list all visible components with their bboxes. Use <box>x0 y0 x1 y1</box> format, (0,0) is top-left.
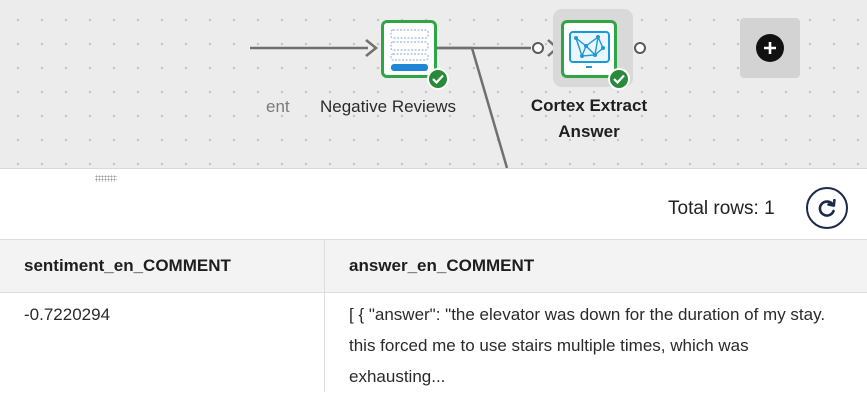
resize-handle[interactable] <box>95 175 117 182</box>
input-port[interactable] <box>532 42 544 54</box>
node-cortex-extract-answer[interactable] <box>561 20 617 78</box>
refresh-button[interactable] <box>806 187 848 229</box>
cell-sentiment[interactable]: -0.7220294 <box>0 292 325 392</box>
network-graph-icon <box>569 31 610 68</box>
check-icon <box>432 74 444 84</box>
filter-icon <box>390 29 429 71</box>
status-success-badge <box>608 68 630 90</box>
node-label-partial: ent <box>266 97 290 116</box>
total-rows-label: Total rows: 1 <box>668 198 775 219</box>
table-header-row: sentiment_en_COMMENT answer_en_COMMENT <box>0 239 867 293</box>
node-label-negative-reviews: Negative Reviews <box>320 97 457 116</box>
pane-divider <box>0 168 867 169</box>
output-port[interactable] <box>634 42 646 54</box>
node-negative-reviews[interactable] <box>381 20 437 78</box>
column-header-sentiment[interactable]: sentiment_en_COMMENT <box>0 239 325 293</box>
plus-icon <box>756 34 784 62</box>
node-label-line2: Answer <box>558 122 620 141</box>
table-row: -0.7220294 [ { "answer": "the elevator w… <box>0 292 867 393</box>
add-node-button[interactable] <box>740 18 800 78</box>
results-table: sentiment_en_COMMENT answer_en_COMMENT -… <box>0 239 867 392</box>
cell-answer[interactable]: [ { "answer": "the elevator was down for… <box>325 293 867 393</box>
refresh-icon <box>818 198 836 217</box>
status-success-badge <box>427 68 449 90</box>
pipeline-canvas[interactable]: ent Negative Reviews Cortex Extract Answ… <box>0 0 867 168</box>
column-header-answer[interactable]: answer_en_COMMENT <box>324 239 867 293</box>
node-label-line1: Cortex Extract <box>530 96 648 115</box>
node-label-cortex-extract: Cortex Extract Answer <box>502 93 676 145</box>
check-icon <box>613 74 625 84</box>
